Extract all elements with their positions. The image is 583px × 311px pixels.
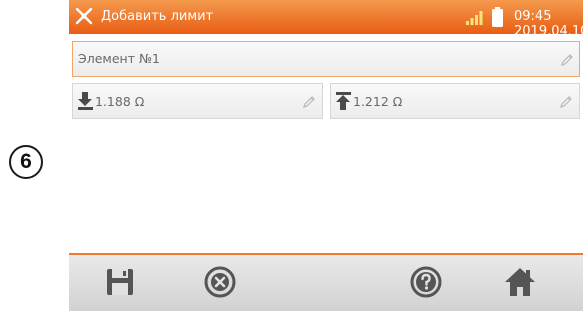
title-bar: Добавить лимит 09:45 2019.04.10: [69, 0, 583, 39]
min-limit-icon: [78, 92, 93, 110]
battery-icon: [492, 7, 503, 27]
home-button[interactable]: [503, 265, 537, 299]
max-limit-icon: [336, 92, 351, 110]
pencil-icon[interactable]: [559, 95, 573, 109]
device-screen: Добавить лимит 09:45 2019.04.10 Элемент …: [69, 0, 583, 311]
clock-text: 09:45 2019.04.10: [514, 9, 583, 39]
step-number: 6: [20, 150, 32, 173]
save-button[interactable]: [103, 265, 137, 299]
tools-icon: [75, 7, 93, 25]
max-limit-field[interactable]: 1.212 Ω: [330, 83, 580, 119]
pencil-icon[interactable]: [560, 53, 574, 67]
screen-title: Добавить лимит: [101, 9, 214, 24]
cancel-button[interactable]: [203, 265, 237, 299]
element-name-value: Элемент №1: [78, 51, 160, 66]
step-number-badge: 6: [9, 145, 43, 179]
max-limit-value: 1.212 Ω: [353, 94, 403, 109]
element-name-field[interactable]: Элемент №1: [72, 41, 580, 77]
pencil-icon[interactable]: [302, 95, 316, 109]
min-limit-value: 1.188 Ω: [95, 94, 145, 109]
help-button[interactable]: [409, 265, 443, 299]
signal-icon: [466, 11, 483, 25]
bottom-toolbar: [69, 255, 583, 311]
min-limit-field[interactable]: 1.188 Ω: [72, 83, 323, 119]
